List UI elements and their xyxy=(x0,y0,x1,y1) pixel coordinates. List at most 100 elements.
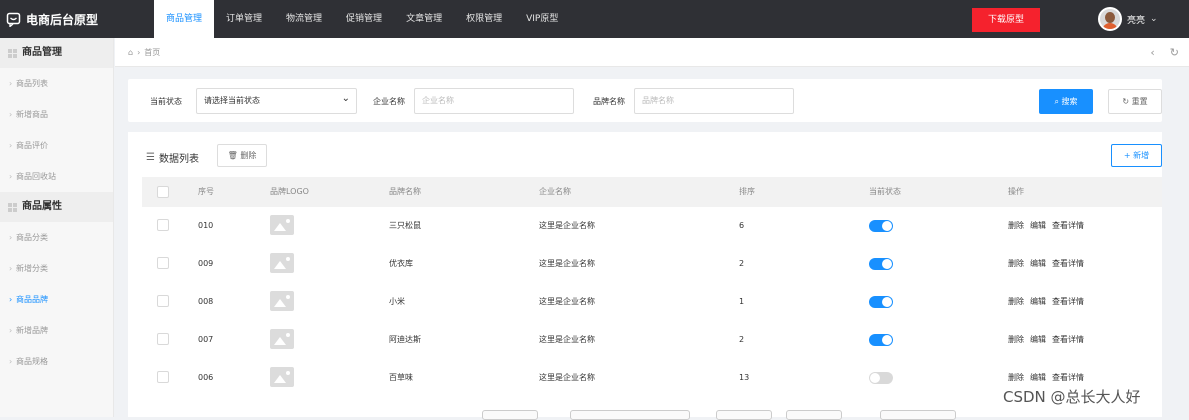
sidebar-item-add-category[interactable]: 新增分类 xyxy=(0,253,113,284)
row-id: 006 xyxy=(198,373,214,382)
batch-delete-button[interactable]: 🗑 删除 xyxy=(217,144,267,167)
download-prototype-button[interactable]: 下载原型 xyxy=(972,8,1040,32)
company-label: 企业名称 xyxy=(373,97,405,106)
image-placeholder-icon xyxy=(270,253,294,273)
brand-input[interactable]: 品牌名称 xyxy=(634,88,794,114)
row-delete-link[interactable]: 删除 xyxy=(1008,207,1024,245)
pagination-button[interactable] xyxy=(482,410,538,420)
row-delete-link[interactable]: 删除 xyxy=(1008,245,1024,283)
main-content: ⌂ › 首页 ‹ ↻ 当前状态 请选择当前状态 企业名称 企业名称 品牌名称 品… xyxy=(115,38,1189,417)
row-actions: 删除 编辑 查看详情 xyxy=(1008,321,1084,359)
sidebar-item-categories[interactable]: 商品分类 xyxy=(0,222,113,253)
sidebar-item-goods-list[interactable]: 商品列表 xyxy=(0,68,113,99)
breadcrumb-tools: ‹ ↻ xyxy=(1150,46,1179,59)
refresh-icon[interactable]: ↻ xyxy=(1170,46,1179,59)
row-sort: 2 xyxy=(739,335,745,344)
back-icon[interactable]: ‹ xyxy=(1150,46,1154,59)
row-brand: 小米 xyxy=(389,297,405,306)
row-brand: 百草味 xyxy=(389,373,413,382)
reset-button-label: 重置 xyxy=(1131,97,1148,106)
row-edit-link[interactable]: 编辑 xyxy=(1030,321,1046,359)
breadcrumb-separator: › xyxy=(137,47,141,57)
column-header-id: 序号 xyxy=(198,187,214,196)
row-actions: 删除 编辑 查看详情 xyxy=(1008,207,1084,245)
status-toggle[interactable] xyxy=(869,296,893,308)
row-checkbox[interactable] xyxy=(157,257,169,269)
chat-bubble-icon xyxy=(6,12,21,27)
row-details-link[interactable]: 查看详情 xyxy=(1052,283,1084,321)
reset-button[interactable]: ↻ 重置 xyxy=(1108,89,1162,114)
row-id: 008 xyxy=(198,297,214,306)
row-edit-link[interactable]: 编辑 xyxy=(1030,207,1046,245)
pagination-button[interactable] xyxy=(716,410,772,420)
row-edit-link[interactable]: 编辑 xyxy=(1030,283,1046,321)
list-title: ☰ 数据列表 xyxy=(146,150,199,165)
grid-icon xyxy=(8,202,17,212)
brand-label: 品牌名称 xyxy=(593,97,625,106)
row-details-link[interactable]: 查看详情 xyxy=(1052,245,1084,283)
sidebar-group-title: 商品管理 xyxy=(22,47,62,58)
avatar xyxy=(1098,7,1122,31)
nav-item-promotion[interactable]: 促销管理 xyxy=(334,0,394,38)
row-brand: 阿迪达斯 xyxy=(389,335,421,344)
status-toggle[interactable] xyxy=(869,220,893,232)
nav-item-goods[interactable]: 商品管理 xyxy=(154,0,215,38)
batch-delete-label: 删除 xyxy=(240,151,257,160)
row-edit-link[interactable]: 编辑 xyxy=(1030,245,1046,283)
company-input[interactable]: 企业名称 xyxy=(414,88,574,114)
sidebar-item-add-brand[interactable]: 新增品牌 xyxy=(0,315,113,346)
data-list-panel: ☰ 数据列表 🗑 删除 + 新增 序号 品牌LOGO 品牌名称 企业名称 排序 当… xyxy=(128,132,1162,417)
add-button[interactable]: + 新增 xyxy=(1111,144,1162,167)
status-toggle[interactable] xyxy=(869,334,893,346)
column-header-logo: 品牌LOGO xyxy=(270,187,309,196)
user-menu[interactable]: 亮亮 ⌄ xyxy=(1098,7,1158,31)
row-sort: 2 xyxy=(739,259,745,268)
nav-item-orders[interactable]: 订单管理 xyxy=(214,0,274,38)
image-placeholder-icon xyxy=(270,367,294,387)
pagination-button[interactable] xyxy=(570,410,690,420)
row-id: 010 xyxy=(198,221,214,230)
nav-item-logistics[interactable]: 物流管理 xyxy=(274,0,334,38)
column-header-status: 当前状态 xyxy=(869,187,901,196)
home-icon[interactable]: ⌂ xyxy=(128,48,133,57)
row-checkbox[interactable] xyxy=(157,219,169,231)
row-delete-link[interactable]: 删除 xyxy=(1008,283,1024,321)
sidebar-item-brands[interactable]: 商品品牌 xyxy=(0,284,113,315)
sidebar-item-specs[interactable]: 商品规格 xyxy=(0,346,113,377)
row-actions: 删除 编辑 查看详情 xyxy=(1008,283,1084,321)
row-checkbox[interactable] xyxy=(157,333,169,345)
row-delete-link[interactable]: 删除 xyxy=(1008,321,1024,359)
grid-icon xyxy=(8,48,17,58)
status-select[interactable]: 请选择当前状态 xyxy=(196,87,357,114)
row-checkbox[interactable] xyxy=(157,295,169,307)
user-name: 亮亮 xyxy=(1127,15,1146,26)
nav-item-articles[interactable]: 文章管理 xyxy=(394,0,454,38)
sidebar: 商品管理 商品列表 新增商品 商品评价 商品回收站 商品属性 商品分类 新增分类… xyxy=(0,38,114,417)
breadcrumb-current[interactable]: 首页 xyxy=(144,47,160,58)
search-button[interactable]: ⌕ 搜索 xyxy=(1039,89,1093,114)
row-checkbox[interactable] xyxy=(157,371,169,383)
column-header-sort: 排序 xyxy=(739,187,755,196)
list-title-text: 数据列表 xyxy=(158,154,199,165)
status-toggle[interactable] xyxy=(869,372,893,384)
status-toggle[interactable] xyxy=(869,258,893,270)
table-row: 008 小米 这里是企业名称 1 删除 编辑 查看详情 xyxy=(142,283,1162,321)
nav-item-permissions[interactable]: 权限管理 xyxy=(454,0,514,38)
sidebar-item-goods-reviews[interactable]: 商品评价 xyxy=(0,130,113,161)
pagination-button[interactable] xyxy=(880,410,956,420)
add-button-label: 新增 xyxy=(1133,151,1150,160)
sidebar-item-add-goods[interactable]: 新增商品 xyxy=(0,99,113,130)
sidebar-group-attributes[interactable]: 商品属性 xyxy=(0,192,113,222)
row-id: 007 xyxy=(198,335,214,344)
sidebar-group-goods[interactable]: 商品管理 xyxy=(0,38,113,68)
sidebar-item-recycle-bin[interactable]: 商品回收站 xyxy=(0,161,113,192)
plus-icon: + xyxy=(1123,151,1131,160)
pagination-button[interactable] xyxy=(786,410,842,420)
table-row: 010 三只松鼠 这里是企业名称 6 删除 编辑 查看详情 xyxy=(142,207,1162,245)
nav-item-vip[interactable]: VIP原型 xyxy=(514,0,570,38)
select-all-checkbox[interactable] xyxy=(157,186,169,198)
row-details-link[interactable]: 查看详情 xyxy=(1052,207,1084,245)
row-sort: 1 xyxy=(739,297,745,306)
row-details-link[interactable]: 查看详情 xyxy=(1052,321,1084,359)
app-logo[interactable]: 电商后台原型 xyxy=(6,0,98,38)
